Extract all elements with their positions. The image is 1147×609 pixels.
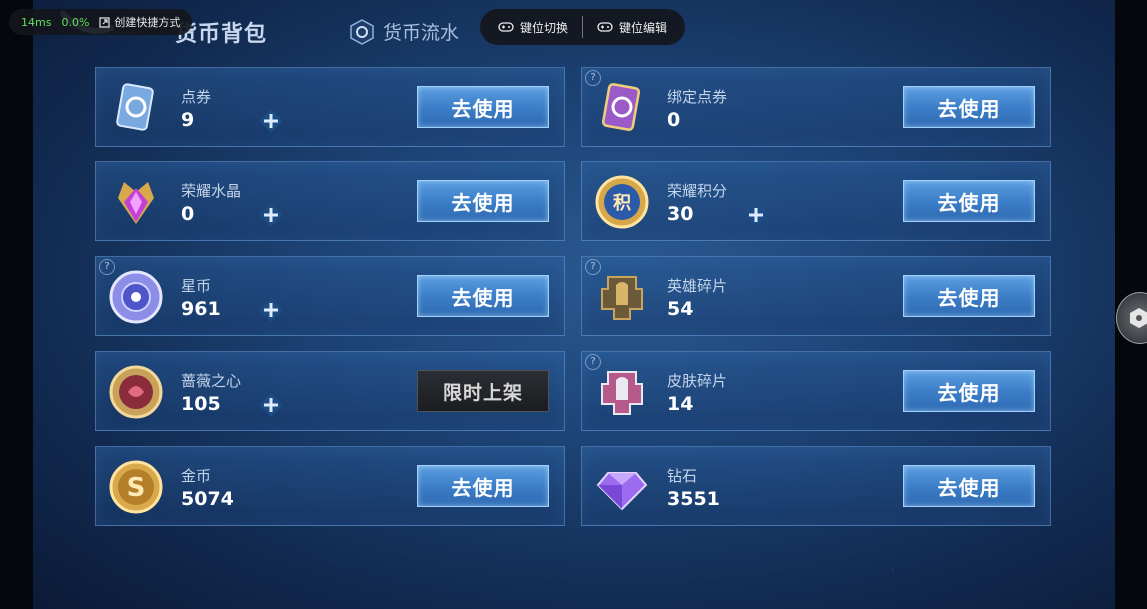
currency-card-crystal: 荣耀水晶 0 去使用	[95, 161, 565, 241]
key-edit-label: 键位编辑	[619, 20, 668, 35]
currency-card-bound-voucher: ? 绑定点券 0 去使用	[581, 67, 1051, 147]
plus-icon[interactable]	[258, 108, 284, 134]
gold-coin-icon: S	[109, 460, 163, 514]
divider	[582, 16, 584, 38]
currency-count: 9	[181, 109, 195, 131]
ping-value: 14ms	[21, 15, 52, 29]
currency-name: 点券	[181, 88, 212, 106]
use-button[interactable]: 去使用	[903, 86, 1035, 128]
limited-time-button[interactable]: 限时上架	[417, 370, 549, 412]
glory-points-icon: 积	[595, 175, 649, 229]
use-button[interactable]: 去使用	[417, 86, 549, 128]
use-button[interactable]: 去使用	[417, 180, 549, 222]
currency-count: 5074	[181, 488, 234, 510]
key-switch-button[interactable]: 键位切换	[492, 19, 574, 36]
currency-count: 0	[667, 109, 681, 131]
shortcut-icon	[99, 16, 111, 28]
svg-text:S: S	[127, 473, 146, 503]
currency-count: 3551	[667, 488, 720, 510]
use-button[interactable]: 去使用	[903, 275, 1035, 317]
gamepad-icon	[597, 22, 613, 32]
currency-card-rose-heart: 蔷薇之心 105 限时上架	[95, 351, 565, 431]
key-mapping-overlay: 键位切换 键位编辑	[480, 9, 686, 45]
currency-count: 105	[181, 393, 221, 415]
use-button[interactable]: 去使用	[903, 370, 1035, 412]
star-coin-icon	[109, 270, 163, 324]
create-shortcut-label: 创建快捷方式	[114, 16, 181, 29]
hexagon-icon	[1130, 308, 1147, 328]
plus-icon[interactable]	[258, 297, 284, 323]
key-edit-button[interactable]: 键位编辑	[591, 19, 673, 36]
currency-name: 荣耀积分	[667, 182, 728, 200]
currency-name: 皮肤碎片	[667, 372, 728, 390]
voucher-icon	[116, 83, 154, 131]
hero-fragment-icon	[601, 276, 643, 320]
currency-count: 961	[181, 298, 221, 320]
currency-card-gold: S 金币 5074 去使用	[95, 446, 565, 526]
currency-name: 蔷薇之心	[181, 372, 242, 390]
currency-count: 30	[667, 203, 694, 225]
currency-count: 0	[181, 203, 195, 225]
skin-fragment-icon	[601, 371, 643, 415]
performance-overlay: 14ms 0.0% 创建快捷方式	[9, 9, 193, 35]
currency-card-voucher: 点券 9 去使用	[95, 67, 565, 147]
currency-card-skin-fragment: ? 皮肤碎片 14 去使用	[581, 351, 1051, 431]
left-black-border	[0, 0, 33, 609]
coin-flow-icon	[350, 18, 374, 45]
currency-name: 金币	[181, 467, 212, 485]
currency-card-hero-fragment: ? 英雄碎片 54 去使用	[581, 256, 1051, 336]
currency-name: 英雄碎片	[667, 277, 728, 295]
use-button[interactable]: 去使用	[903, 465, 1035, 507]
tab-currency-flow-label: 货币流水	[383, 22, 460, 44]
loss-value: 0.0%	[61, 15, 90, 29]
rose-heart-icon	[109, 365, 163, 419]
currency-count: 14	[667, 393, 694, 415]
use-button[interactable]: 去使用	[417, 465, 549, 507]
gamepad-icon	[498, 22, 514, 32]
crystal-icon	[118, 182, 154, 224]
bound-voucher-icon	[601, 83, 641, 131]
currency-name: 星币	[181, 277, 212, 295]
create-shortcut-button[interactable]: 创建快捷方式	[99, 14, 180, 30]
key-switch-label: 键位切换	[520, 20, 569, 35]
currency-card-glory-points: 积 荣耀积分 30 去使用	[581, 161, 1051, 241]
currency-card-diamond: 钻石 3551 去使用	[581, 446, 1051, 526]
tab-currency-flow[interactable]: 货币流水	[349, 18, 459, 45]
plus-icon[interactable]	[743, 202, 769, 228]
currency-name: 钻石	[667, 467, 698, 485]
currency-card-star-coin: ? 星币 961 去使用	[95, 256, 565, 336]
use-button[interactable]: 去使用	[417, 275, 549, 317]
plus-icon[interactable]	[258, 202, 284, 228]
plus-icon[interactable]	[258, 392, 284, 418]
svg-text:积: 积	[613, 193, 631, 214]
use-button[interactable]: 去使用	[903, 180, 1035, 222]
currency-name: 绑定点券	[667, 88, 728, 106]
game-screen: 货币背包 货币流水 点券 9 去使用 荣耀水晶 0 去使用 ? 星币 961 去…	[33, 0, 1115, 609]
currency-count: 54	[667, 298, 694, 320]
diamond-icon	[596, 472, 648, 511]
currency-name: 荣耀水晶	[181, 182, 242, 200]
